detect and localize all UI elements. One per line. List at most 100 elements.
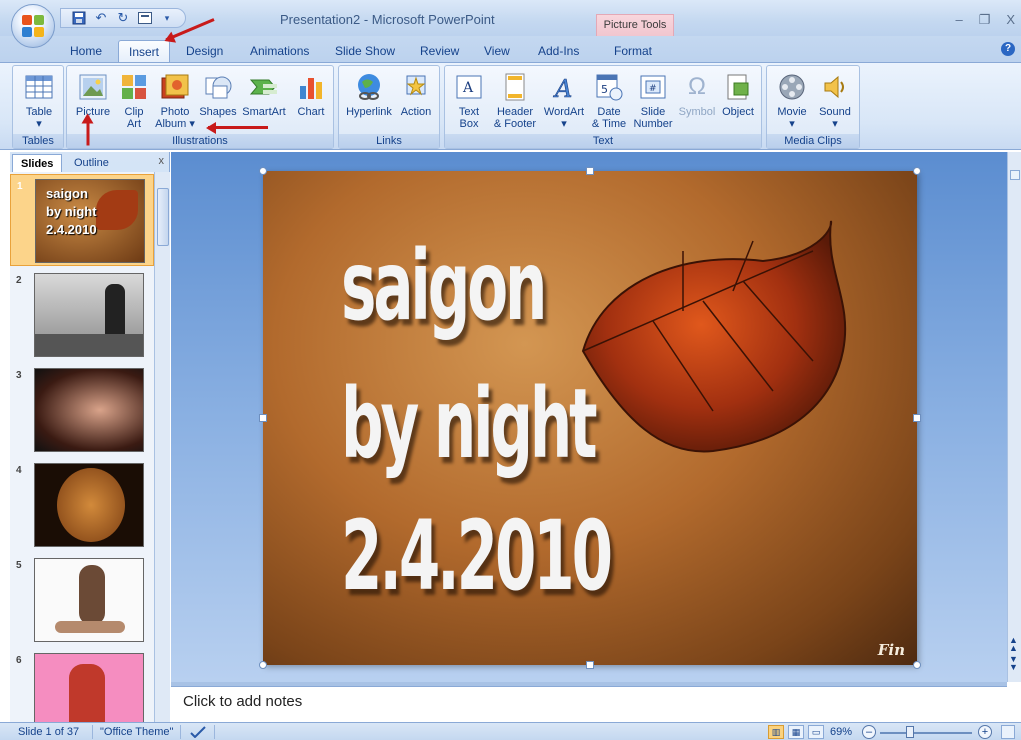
table-dropdown: ▾ (36, 118, 42, 130)
table-button[interactable]: Table ▾ (19, 72, 59, 130)
thumbnail-1[interactable]: 1 saigon by night 2.4.2010 (10, 174, 154, 266)
picture-button[interactable]: Picture (71, 72, 115, 118)
svg-text:A: A (553, 75, 572, 102)
zoom-slider-track[interactable] (880, 732, 972, 734)
slide-counter: Slide 1 of 37 (18, 726, 80, 738)
zoom-slider-thumb[interactable] (906, 726, 914, 738)
text-box-button[interactable]: A Text Box (449, 72, 489, 130)
resize-handle-s[interactable] (586, 661, 594, 669)
svg-text:#: # (649, 84, 657, 94)
notes-placeholder: Click to add notes (183, 693, 303, 710)
movie-button[interactable]: Movie ▾ (771, 72, 813, 130)
minimize-button[interactable]: – (955, 12, 962, 28)
tab-slide-show[interactable]: Slide Show (335, 40, 395, 62)
hyperlink-button[interactable]: Hyperlink (343, 72, 395, 118)
date-time-button[interactable]: 5 Date & Time (589, 72, 629, 130)
tab-design[interactable]: Design (186, 40, 223, 62)
slide-scroll-thumb[interactable] (1010, 170, 1020, 180)
office-button[interactable] (11, 4, 55, 48)
undo-icon[interactable]: ↶ (93, 10, 109, 26)
symbol-button[interactable]: Ω Symbol (677, 72, 717, 118)
zoom-out-button[interactable]: – (862, 725, 876, 739)
thumbnail-image: saigon by night 2.4.2010 (35, 179, 145, 263)
notes-pane[interactable]: Click to add notes (171, 686, 1007, 722)
thumbnail-scroll-thumb[interactable] (157, 188, 169, 246)
header-footer-button[interactable]: Header & Footer (491, 72, 539, 130)
office-logo-icon (22, 15, 44, 37)
tab-slides[interactable]: Slides (12, 154, 63, 172)
tab-insert[interactable]: Insert (118, 40, 171, 62)
group-text: A Text Box Header & Footer A WordArt ▾ 5… (444, 65, 762, 149)
redo-icon[interactable]: ↻ (115, 10, 131, 26)
resize-handle-ne[interactable] (913, 167, 921, 175)
picture-tools-group: Picture Tools (596, 14, 674, 36)
thumbnail-4[interactable]: 4 (10, 459, 154, 551)
group-tables: Table ▾ Tables (12, 65, 64, 149)
action-button[interactable]: Action (397, 72, 435, 118)
close-button[interactable]: X (1006, 12, 1015, 28)
resize-handle-nw[interactable] (259, 167, 267, 175)
fit-to-window-icon[interactable] (1001, 725, 1015, 739)
zoom-in-button[interactable]: + (978, 725, 992, 739)
slide-show-button[interactable]: ▭ (808, 725, 824, 739)
clip-art-button[interactable]: Clip Art (117, 72, 151, 130)
save-icon[interactable] (71, 10, 87, 26)
tab-review[interactable]: Review (420, 40, 459, 62)
tab-outline[interactable]: Outline (66, 154, 117, 172)
group-label-tables: Tables (13, 134, 63, 148)
photo-album-button[interactable]: Photo Album ▾ (153, 72, 197, 130)
slide-title-line1[interactable]: saigon (341, 231, 547, 341)
photo-album-label-2: Album ▾ (155, 118, 195, 130)
spell-check-icon[interactable] (190, 726, 206, 740)
thumbnail-number: 2 (16, 275, 22, 286)
thumbnail-6[interactable]: 6 (10, 649, 154, 722)
thumbnail-scrollbar[interactable] (154, 172, 170, 722)
resize-handle-sw[interactable] (259, 661, 267, 669)
normal-view-button[interactable]: ▥ (768, 725, 784, 739)
svg-text:A: A (462, 80, 474, 96)
tab-format[interactable]: Format (614, 40, 652, 62)
resize-handle-e[interactable] (913, 414, 921, 422)
tab-view[interactable]: View (484, 40, 510, 62)
slide-number-button[interactable]: # Slide Number (631, 72, 675, 130)
thumbnail-5[interactable]: 5 (10, 554, 154, 646)
title-bar: ↶ ↻ ▾ Presentation2 - Microsoft PowerPoi… (0, 0, 1021, 36)
slide-sorter-button[interactable]: ▦ (788, 725, 804, 739)
tab-animations[interactable]: Animations (250, 40, 309, 62)
slide-title-line2[interactable]: by night (341, 369, 598, 479)
help-icon[interactable]: ? (1001, 42, 1015, 56)
thumbnail-3[interactable]: 3 (10, 364, 154, 456)
slide-canvas[interactable]: saigon by night 2.4.2010 Fin (263, 171, 917, 665)
thumbnail-title-3: 2.4.2010 (46, 222, 97, 237)
slide-layout-icon[interactable] (137, 10, 153, 26)
customize-qat-icon[interactable]: ▾ (159, 10, 175, 26)
next-slide-icon[interactable]: ▼ ▼ (1009, 655, 1018, 672)
annotation-arrow-photo-album (208, 126, 268, 129)
smartart-button[interactable]: SmartArt (239, 72, 289, 118)
restore-button[interactable]: ❐ (979, 12, 991, 28)
close-pane-icon[interactable]: x (159, 155, 165, 167)
shapes-button[interactable]: Shapes (199, 72, 237, 118)
slide-title-line3[interactable]: 2.4.2010 (341, 501, 613, 611)
resize-handle-n[interactable] (586, 167, 594, 175)
wordart-button[interactable]: A WordArt ▾ (541, 72, 587, 130)
sound-button[interactable]: Sound ▾ (815, 72, 855, 130)
resize-handle-w[interactable] (259, 414, 267, 422)
slides-pane: Slides Outline x 1 saigon by night 2.4.2… (10, 152, 170, 722)
zoom-level[interactable]: 69% (830, 726, 852, 738)
slide-number-label-2: Number (633, 118, 673, 130)
header-footer-icon (500, 72, 530, 102)
previous-slide-icon[interactable]: ▲ ▲ (1009, 636, 1018, 653)
movie-label: Movie (777, 106, 807, 118)
slide-corner-text: Fin (877, 641, 905, 659)
date-time-label-2: & Time (591, 118, 627, 130)
action-label: Action (400, 106, 432, 118)
object-button[interactable]: Object (719, 72, 757, 118)
resize-handle-se[interactable] (913, 661, 921, 669)
chart-icon (296, 72, 326, 102)
tab-add-ins[interactable]: Add-Ins (538, 40, 579, 62)
tab-home[interactable]: Home (70, 40, 102, 62)
slide-scrollbar[interactable]: ▲ ▲ ▼ ▼ (1007, 152, 1021, 682)
thumbnail-2[interactable]: 2 (10, 269, 154, 361)
chart-button[interactable]: Chart (293, 72, 329, 118)
